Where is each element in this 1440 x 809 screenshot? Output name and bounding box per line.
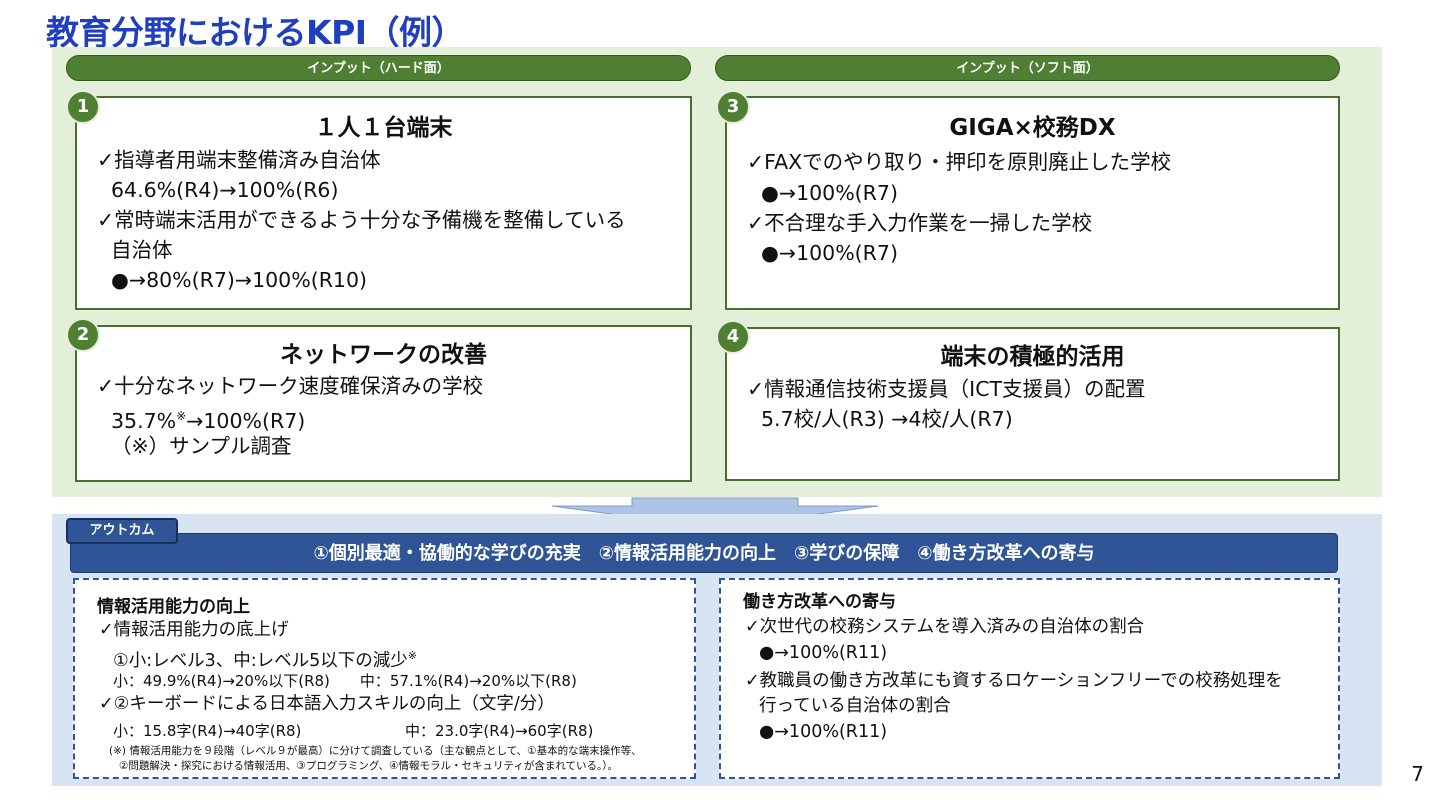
kpi-value-target: →100%(R7) <box>186 408 306 433</box>
info-literacy-panel: 情報活用能力の向上 ✓情報活用能力の底上げ ①小:レベル3、中:レベル5以下の減… <box>73 578 696 779</box>
kpi-value: ●→100%(R7) <box>761 181 898 205</box>
panel-heading: 情報活用能力の向上 <box>97 597 250 617</box>
kpi-value: 5.7校/人(R3) →4校/人(R7) <box>761 407 1013 431</box>
box-title: ネットワークの改善 <box>280 342 487 368</box>
kpi-box-devices: １人１台端末 ✓指導者用端末整備済み自治体 64.6%(R4)→100%(R6)… <box>75 96 692 310</box>
kpi-value: ●→100%(R11) <box>759 643 888 663</box>
number-badge-4: 4 <box>716 320 750 354</box>
footnote-mark: ※ <box>407 649 417 662</box>
kpi-line: ✓次世代の校務システムを導入済みの自治体の割合 <box>745 617 1145 637</box>
kpi-line-text: ①小:レベル3、中:レベル5以下の減少 <box>113 650 408 671</box>
input-hard-header: インプット（ハード面） <box>66 55 691 81</box>
kpi-value: ●→100%(R11) <box>759 722 888 742</box>
footnote-mark: ※ <box>176 409 187 423</box>
kpi-value: 64.6%(R4)→100%(R6) <box>111 178 339 202</box>
kpi-line: ✓情報通信技術支援員（ICT支援員）の配置 <box>747 377 1146 401</box>
kpi-line: ✓FAXでのやり取り・押印を原則廃止した学校 <box>747 150 1172 174</box>
kpi-value: ●→80%(R7)→100%(R10) <box>111 268 368 292</box>
outcome-tab: アウトカム <box>66 518 178 544</box>
kpi-line: ✓教職員の働き方改革にも資するロケーションフリーでの校務処理を <box>745 671 1283 691</box>
box-title: １人１台端末 <box>314 115 453 141</box>
kpi-box-network: ネットワークの改善 ✓十分なネットワーク速度確保済みの学校 35.7%※→100… <box>75 325 692 482</box>
number-badge-1: 1 <box>66 90 100 124</box>
kpi-value: 小：15.8字(R4)→40字(R8) <box>113 722 302 740</box>
kpi-value: 小：49.9%(R4)→20%以下(R8) 中：57.1%(R4)→20%以下(… <box>113 672 577 690</box>
number-badge-2: 2 <box>66 318 100 352</box>
kpi-line: 行っている自治体の割合 <box>759 696 951 716</box>
box-title: GIGA×校務DX <box>949 115 1116 141</box>
kpi-line: ✓情報活用能力の底上げ <box>99 620 289 640</box>
kpi-line: ✓不合理な手入力作業を一掃した学校 <box>747 211 1093 235</box>
work-style-panel: 働き方改革への寄与 ✓次世代の校務システムを導入済みの自治体の割合 ●→100%… <box>719 578 1340 779</box>
box-title: 端末の積極的活用 <box>940 344 1125 370</box>
kpi-box-device-use: 端末の積極的活用 ✓情報通信技術支援員（ICT支援員）の配置 5.7校/人(R3… <box>725 327 1340 481</box>
footnote: ②問題解決・探究における情報活用、③プログラミング、④情報モラル・セキュリティが… <box>119 760 619 772</box>
kpi-box-giga-dx: GIGA×校務DX ✓FAXでのやり取り・押印を原則廃止した学校 ●→100%(… <box>725 96 1340 310</box>
kpi-note: （※）サンプル調査 <box>111 434 292 458</box>
kpi-line: ✓常時端末活用ができるよう十分な予備機を整備している <box>97 208 626 232</box>
kpi-value-start: 35.7% <box>111 408 177 433</box>
panel-heading: 働き方改革への寄与 <box>743 592 896 612</box>
kpi-line: 自治体 <box>111 238 173 262</box>
number-badge-3: 3 <box>716 90 750 124</box>
kpi-value: 中：23.0字(R4)→60字(R8) <box>405 722 594 740</box>
kpi-line: ✓②キーボードによる日本語入力スキルの向上（文字/分） <box>99 694 555 714</box>
kpi-line: ✓指導者用端末整備済み自治体 <box>97 148 381 172</box>
kpi-value: ●→100%(R7) <box>761 241 898 265</box>
page-number: 7 <box>1411 762 1424 786</box>
input-soft-header: インプット（ソフト面） <box>715 55 1340 81</box>
footnote: (※) 情報活用能力を９段階（レベル９が最高）に分けて調査している（主な観点とし… <box>109 745 642 757</box>
kpi-line: ✓十分なネットワーク速度確保済みの学校 <box>97 374 484 398</box>
outcome-summary-bar: ①個別最適・協働的な学びの充実 ②情報活用能力の向上 ③学びの保障 ④働き方改革… <box>70 533 1338 573</box>
